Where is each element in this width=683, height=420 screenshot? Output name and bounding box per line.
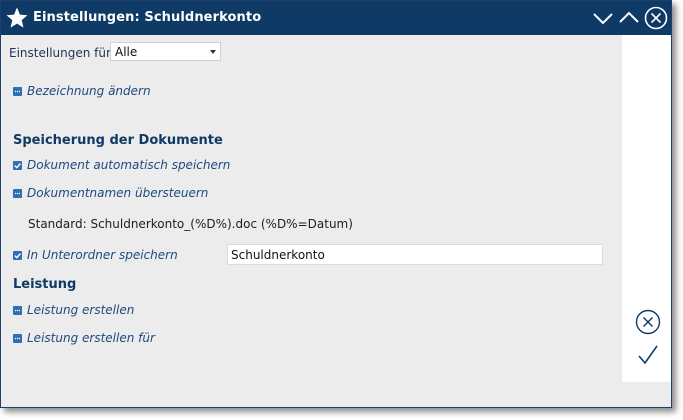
collapse-icon xyxy=(13,334,22,343)
collapse-icon xyxy=(13,189,22,198)
maximize-button[interactable] xyxy=(617,7,641,29)
auto-save-label: Dokument automatisch speichern xyxy=(27,158,231,172)
override-names-label: Dokumentnamen übersteuern xyxy=(27,186,209,200)
collapse-icon xyxy=(13,306,22,315)
checkbox-checked-icon xyxy=(13,251,22,260)
title-bar: Einstellungen: Schuldnerkonto xyxy=(1,1,671,35)
checkbox-checked-icon xyxy=(13,161,22,170)
documents-heading: Speicherung der Dokumente xyxy=(13,133,223,148)
dropdown-arrow-icon xyxy=(210,50,216,54)
close-button[interactable] xyxy=(644,6,668,30)
service-heading: Leistung xyxy=(13,277,77,292)
cancel-circle-icon xyxy=(635,309,661,335)
confirm-button[interactable] xyxy=(635,342,661,368)
settings-content: Einstellungen für Alle Bezeichnung änder… xyxy=(1,35,622,382)
create-service-label: Leistung erstellen xyxy=(27,303,135,317)
settings-for-value: Alle xyxy=(115,45,138,59)
minimize-button[interactable] xyxy=(591,7,615,29)
settings-for-label: Einstellungen für xyxy=(9,46,111,60)
cancel-button[interactable] xyxy=(635,309,661,335)
bottom-strip xyxy=(1,382,671,407)
rename-label: Bezeichnung ändern xyxy=(27,84,151,98)
standard-filename-text: Standard: Schuldnerkonto_(%D%).doc (%D%=… xyxy=(28,217,353,231)
star-icon xyxy=(6,7,28,28)
window-title: Einstellungen: Schuldnerkonto xyxy=(33,10,262,25)
checkmark-icon xyxy=(638,345,658,365)
close-circle-icon xyxy=(644,6,668,30)
create-service-for-label: Leistung erstellen für xyxy=(27,331,155,345)
collapse-icon xyxy=(13,87,22,96)
chevron-up-icon xyxy=(619,11,639,23)
settings-for-select[interactable]: Alle xyxy=(110,42,221,61)
settings-window: Einstellungen: Schuldnerkonto Einstellun… xyxy=(0,0,672,408)
subfolder-input[interactable] xyxy=(227,244,603,265)
subfolder-label: In Unterordner speichern xyxy=(27,248,178,262)
chevron-down-icon xyxy=(593,13,613,25)
